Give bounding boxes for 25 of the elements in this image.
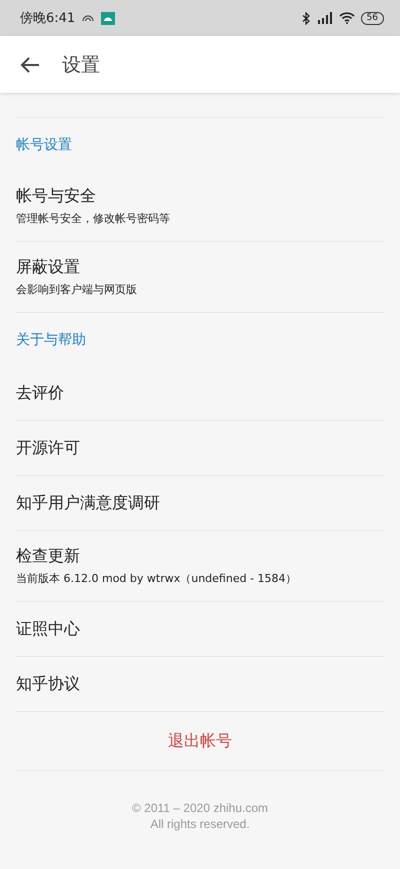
wifi-icon xyxy=(338,12,355,24)
setting-title[interactable]: 去评价 xyxy=(16,382,64,404)
setting-title[interactable]: 屏蔽设置 xyxy=(16,257,80,278)
setting-description: 当前版本 6.12.0 mod by wtrwx（undefined - 1584） xyxy=(16,571,298,586)
hotspot-icon xyxy=(81,13,96,23)
copyright-text: All rights reserved. xyxy=(150,817,250,831)
section-header: 关于与帮助 xyxy=(15,331,87,350)
app-notification-icon xyxy=(101,12,116,24)
copyright-text: © 2011 – 2020 zhihu.com xyxy=(132,801,268,815)
section-header: 帐号设置 xyxy=(15,136,73,155)
setting-title[interactable]: 知乎协议 xyxy=(16,674,80,694)
page-title: 设置 xyxy=(62,52,100,78)
setting-description: 会影响到客户端与网页版 xyxy=(16,282,138,297)
setting-title[interactable]: 检查更新 xyxy=(16,546,80,567)
back-icon[interactable] xyxy=(20,56,40,74)
setting-title[interactable]: 证照中心 xyxy=(16,618,80,640)
status-time: 傍晚6:41 xyxy=(20,10,76,27)
logout-link[interactable]: 退出帐号 xyxy=(168,730,232,752)
setting-title[interactable]: 帐号与安全 xyxy=(16,186,96,207)
battery-level: 56 xyxy=(360,12,384,24)
setting-description: 管理帐号安全，修改帐号密码等 xyxy=(16,211,171,226)
setting-title[interactable]: 知乎用户满意度调研 xyxy=(16,492,160,514)
bluetooth-icon xyxy=(302,12,311,24)
signal-icon xyxy=(316,12,333,24)
setting-title[interactable]: 开源许可 xyxy=(16,438,80,458)
